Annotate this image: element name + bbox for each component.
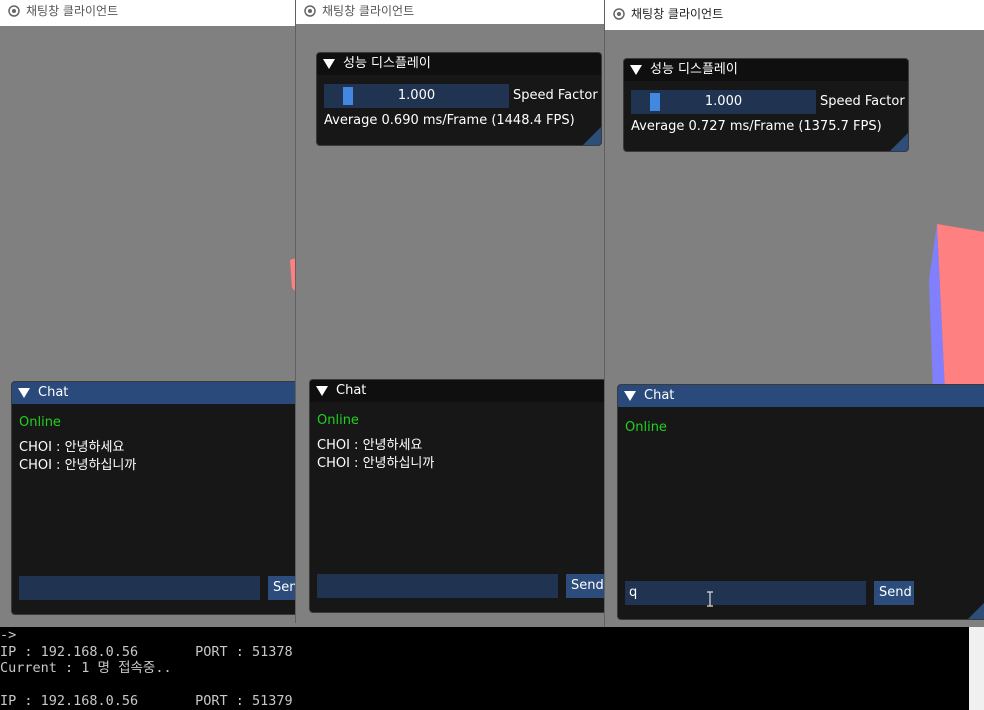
slider-value: 1.000 — [704, 94, 743, 109]
console-line: IP : 192.168.0.56 PORT : 51379 — [0, 693, 293, 709]
cube-mesh — [929, 224, 984, 390]
slider-value: 1.000 — [397, 88, 436, 103]
chat-input[interactable] — [19, 576, 260, 600]
collapse-triangle-icon[interactable] — [323, 59, 335, 69]
performance-panel[interactable]: 성능 디스플레이 1.000 Speed Factor Average 0.69… — [316, 52, 602, 146]
render-viewport: 성능 디스플레이 1.000 Speed Factor Average 0.69… — [296, 24, 606, 623]
performance-header[interactable]: 성능 디스플레이 — [317, 53, 601, 75]
app-icon — [8, 5, 20, 17]
window-titlebar[interactable]: 채팅창 클라이언트 — [0, 0, 296, 26]
chat-message: CHOI : 안녕하세요 — [19, 440, 125, 455]
speed-factor-slider[interactable]: 1.000 — [631, 90, 816, 114]
server-console: -> IP : 192.168.0.56 PORT : 51378 Current … — [0, 627, 969, 710]
chat-input[interactable]: q — [625, 581, 866, 605]
send-button[interactable]: Send — [874, 581, 914, 605]
chat-message: CHOI : 안녕하세요 — [317, 438, 423, 453]
collapse-triangle-icon[interactable] — [316, 386, 328, 396]
client-window-3[interactable]: 채팅창 클라이언트 성능 디스플레이 1.000 Speed Factor Av… — [604, 0, 984, 631]
window-title: 채팅창 클라이언트 — [322, 4, 415, 18]
speed-factor-label: Speed Factor — [820, 94, 905, 109]
online-status: Online — [317, 413, 359, 428]
app-icon — [613, 8, 625, 20]
resize-grip-icon[interactable] — [968, 601, 984, 619]
window-title: 채팅창 클라이언트 — [631, 7, 724, 21]
frame-average: Average 0.727 ms/Frame (1375.7 FPS) — [631, 119, 882, 134]
speed-factor-slider[interactable]: 1.000 — [324, 84, 509, 108]
window-titlebar[interactable]: 채팅창 클라이언트 — [605, 0, 984, 30]
collapse-triangle-icon[interactable] — [624, 391, 636, 401]
render-viewport: Chat Online CHOI : 안녕하세요 CHOI : 안녕하십니까 S… — [0, 26, 296, 627]
send-button[interactable]: Send — [566, 574, 606, 598]
resize-grip-icon[interactable] — [890, 133, 908, 151]
online-status: Online — [19, 415, 61, 430]
chat-header[interactable]: Chat — [618, 385, 984, 407]
chat-panel[interactable]: Chat Online CHOI : 안녕하세요 CHOI : 안녕하십니까 S… — [309, 379, 606, 613]
chat-input[interactable] — [317, 574, 558, 598]
performance-panel[interactable]: 성능 디스플레이 1.000 Speed Factor Average 0.72… — [623, 58, 909, 152]
console-line: -> — [0, 627, 17, 643]
window-title: 채팅창 클라이언트 — [26, 4, 119, 18]
console-line: Current : 1 명 접속중.. — [0, 660, 172, 676]
text-cursor-icon — [707, 591, 713, 607]
chat-header[interactable]: Chat — [12, 382, 296, 404]
chat-header[interactable]: Chat — [310, 380, 606, 402]
chat-panel[interactable]: Chat Online CHOI : 안녕하세요 CHOI : 안녕하십니까 S… — [11, 381, 296, 615]
collapse-triangle-icon[interactable] — [630, 65, 642, 75]
online-status: Online — [625, 420, 667, 435]
send-button[interactable]: Send — [268, 576, 296, 600]
client-window-2[interactable]: 채팅창 클라이언트 성능 디스플레이 1.000 Speed Factor Av… — [295, 0, 606, 623]
window-titlebar[interactable]: 채팅창 클라이언트 — [296, 0, 606, 24]
console-line: IP : 192.168.0.56 PORT : 51378 — [0, 643, 293, 660]
client-window-1[interactable]: 채팅창 클라이언트 Chat Online CHOI : 안녕하세요 CHOI … — [0, 0, 296, 627]
app-icon — [304, 5, 316, 17]
chat-message: CHOI : 안녕하십니까 — [317, 456, 435, 471]
chat-message: CHOI : 안녕하십니까 — [19, 458, 137, 473]
performance-header[interactable]: 성능 디스플레이 — [624, 59, 908, 81]
collapse-triangle-icon[interactable] — [18, 388, 30, 398]
resize-grip-icon[interactable] — [583, 127, 601, 145]
speed-factor-label: Speed Factor — [513, 88, 598, 103]
render-viewport: 성능 디스플레이 1.000 Speed Factor Average 0.72… — [605, 30, 984, 631]
frame-average: Average 0.690 ms/Frame (1448.4 FPS) — [324, 113, 575, 128]
console-scrollbar[interactable] — [969, 627, 984, 710]
chat-panel[interactable]: Chat Online q Send — [617, 384, 984, 620]
